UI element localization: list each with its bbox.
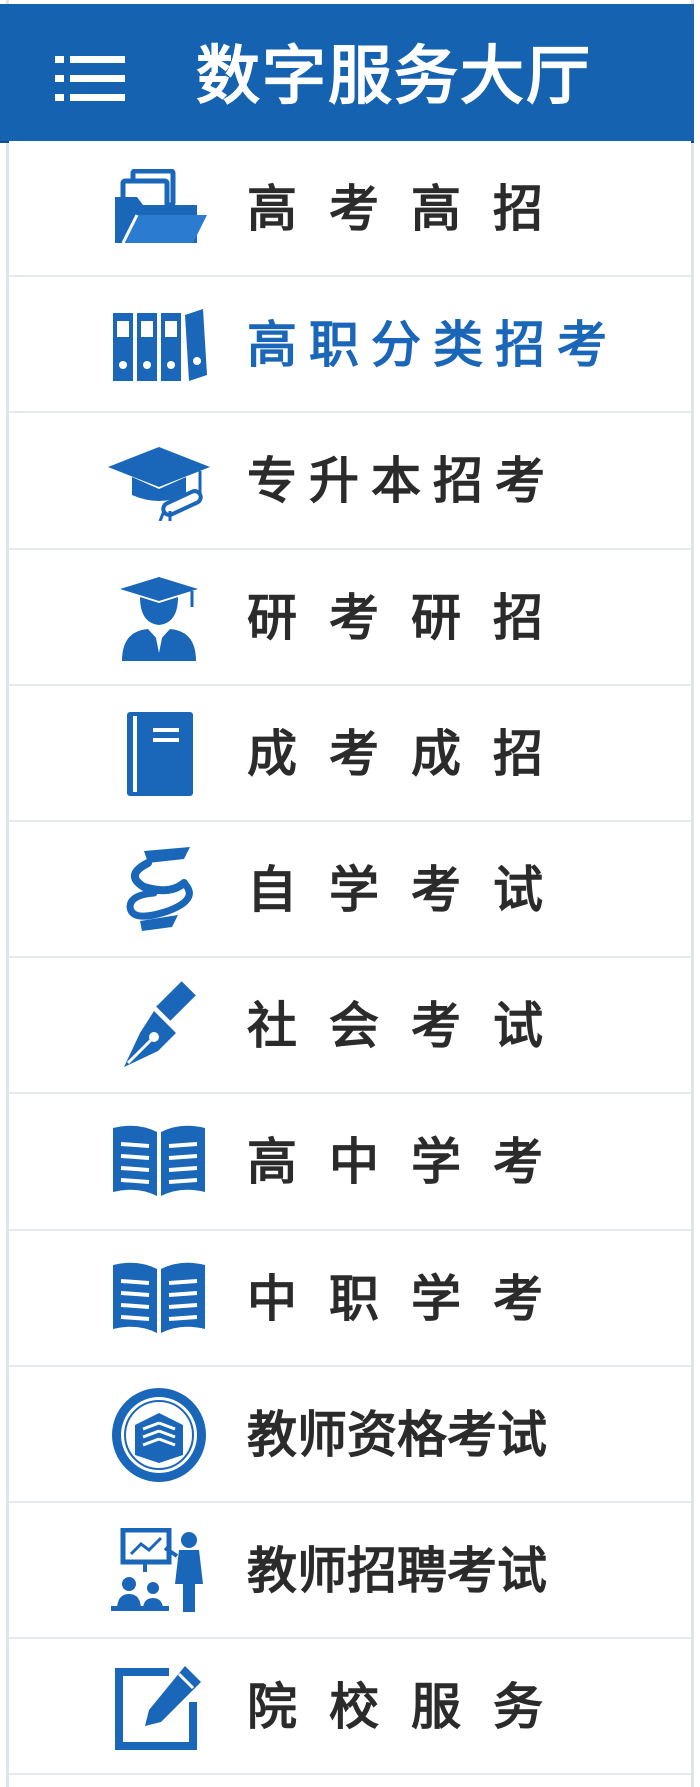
menu-item-jiaoshi-zhaopin[interactable]: 教师招聘考试 bbox=[9, 1502, 691, 1640]
open-book-icon bbox=[104, 1116, 214, 1208]
menu-item-label: 研考研招 bbox=[247, 588, 575, 647]
notebook-icon bbox=[104, 708, 214, 800]
page-title: 数字服务大厅 bbox=[196, 40, 592, 114]
graduation-cap-diploma-icon bbox=[104, 435, 214, 527]
self-study-swirl-icon bbox=[104, 844, 214, 936]
folder-documents-icon bbox=[104, 163, 214, 255]
open-book-icon bbox=[104, 1253, 214, 1345]
menu-item-chengkao[interactable]: 成考成招 bbox=[9, 685, 691, 822]
menu-item-label: 高职分类招考 bbox=[247, 316, 619, 375]
service-menu-list: 高考高招 高职分类招考 专升本招考 研考研招 成考成招 自学考试 社会考试 高中… bbox=[9, 141, 691, 1776]
binders-icon bbox=[104, 299, 214, 391]
teacher-seal-emblem-icon bbox=[104, 1387, 214, 1482]
menu-item-label: 教师招聘考试 bbox=[247, 1541, 547, 1600]
menu-item-zhuanshengben[interactable]: 专升本招考 bbox=[9, 413, 691, 550]
teacher-classroom-icon bbox=[104, 1525, 214, 1617]
menu-item-gaozhi[interactable]: 高职分类招考 bbox=[9, 277, 691, 414]
menu-item-label: 专升本招考 bbox=[247, 452, 557, 511]
menu-item-label: 社会考试 bbox=[247, 997, 575, 1056]
menu-item-yankao[interactable]: 研考研招 bbox=[9, 549, 691, 686]
menu-item-label: 高考高招 bbox=[247, 180, 575, 238]
menu-item-label: 院校服务 bbox=[247, 1678, 575, 1737]
menu-item-zixue[interactable]: 自学考试 bbox=[9, 821, 691, 959]
menu-item-label: 自学考试 bbox=[247, 860, 575, 919]
service-hall-panel: 数字服务大厅 高考高招 高职分类招考 专升本招考 研考研招 成考成招 自学考试 … bbox=[0, 0, 700, 1787]
graduate-person-icon bbox=[104, 572, 214, 664]
menu-item-shehui[interactable]: 社会考试 bbox=[9, 958, 691, 1095]
menu-item-jiaoshi-zige[interactable]: 教师资格考试 bbox=[9, 1366, 691, 1503]
menu-item-label: 中职学考 bbox=[247, 1269, 575, 1328]
edit-document-icon bbox=[104, 1661, 214, 1753]
menu-item-gaokao[interactable]: 高考高招 bbox=[9, 141, 691, 278]
menu-item-label: 成考成招 bbox=[247, 724, 575, 783]
menu-item-gaozhong[interactable]: 高中学考 bbox=[9, 1094, 691, 1231]
panel-header: 数字服务大厅 bbox=[0, 4, 694, 141]
menu-item-label: 教师资格考试 bbox=[247, 1405, 547, 1464]
menu-item-label: 高中学考 bbox=[247, 1133, 575, 1192]
menu-list-icon[interactable] bbox=[55, 54, 127, 104]
menu-item-zhongzhi[interactable]: 中职学考 bbox=[9, 1230, 691, 1367]
fountain-pen-icon bbox=[104, 980, 214, 1072]
menu-item-yuanxiao[interactable]: 院校服务 bbox=[9, 1639, 691, 1776]
